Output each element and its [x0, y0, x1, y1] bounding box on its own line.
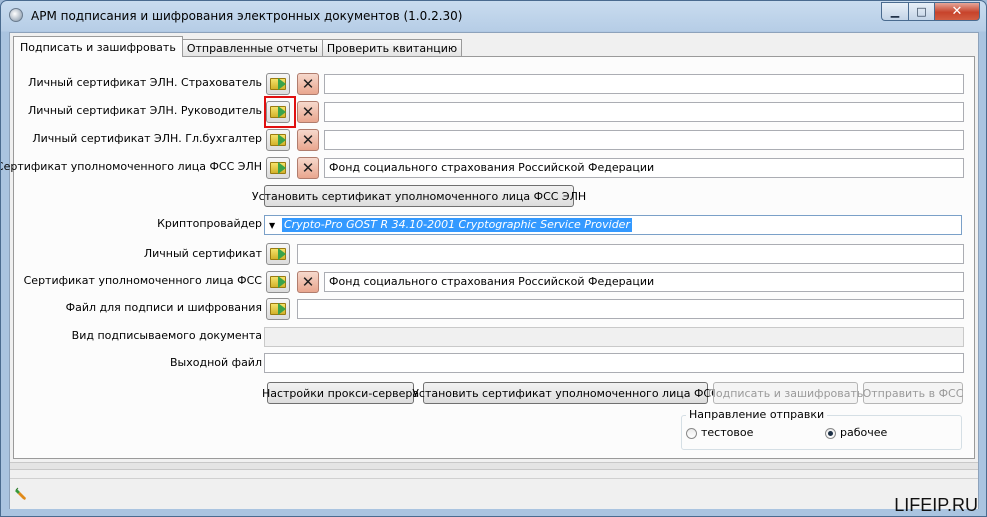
radio-test[interactable]	[686, 428, 697, 439]
direction-group: Направление отправки тестовое рабочее	[681, 408, 962, 450]
tab-sent-reports[interactable]: Отправленные отчеты	[181, 39, 323, 57]
folder-arrow-icon	[270, 78, 286, 90]
folder-arrow-icon	[270, 303, 286, 315]
sign-file-field[interactable]	[297, 299, 964, 319]
app-window: АРМ подписания и шифрования электронных …	[0, 0, 987, 517]
label-cert-accountant: Личный сертификат ЭЛН. Гл.бухгалтер	[32, 132, 262, 145]
tab-panel: Личный сертификат ЭЛН. Страхователь ✕ Ли…	[1, 56, 975, 459]
delete-cert-accountant-button[interactable]: ✕	[297, 129, 319, 151]
folder-arrow-icon	[270, 162, 286, 174]
cert-insurer-field[interactable]	[324, 74, 964, 94]
folder-arrow-icon	[270, 134, 286, 146]
tab-check-receipt[interactable]: Проверить квитанцию	[321, 39, 463, 57]
label-sign-file: Файл для подписи и шифрования	[65, 301, 262, 314]
personal-cert-field[interactable]	[297, 244, 964, 264]
pencil-carrot-icon	[15, 487, 26, 500]
maximize-icon: □	[916, 5, 927, 18]
doc-type-field	[264, 327, 964, 347]
dropdown-arrow-icon[interactable]: ▼	[269, 221, 275, 230]
delete-x-icon: ✕	[301, 102, 315, 121]
label-output-file: Выходной файл	[170, 356, 262, 369]
fss-cert-field[interactable]: Фонд социального страхования Российской …	[324, 272, 964, 292]
crypto-provider-select[interactable]: ▼ Crypto-Pro GOST R 34.10-2001 Cryptogra…	[264, 215, 962, 235]
splitter[interactable]	[10, 462, 978, 470]
install-fss-cert-button[interactable]: Установить сертификат уполномоченного ли…	[412, 382, 719, 404]
radio-work[interactable]	[825, 428, 836, 439]
cert-director-field[interactable]	[324, 102, 964, 122]
label-fss-cert: Сертификат уполномоченного лица ФСС	[23, 274, 262, 287]
client-area: Подписать и зашифровать Отправленные отч…	[1, 32, 979, 509]
open-fss-cert-button[interactable]	[266, 271, 290, 293]
tab-strip: Подписать и зашифровать Отправленные отч…	[13, 36, 463, 57]
delete-cert-insurer-button[interactable]: ✕	[297, 73, 319, 95]
open-personal-cert-button[interactable]	[266, 243, 290, 265]
maximize-button[interactable]: □	[908, 2, 934, 21]
label-personal-cert: Личный сертификат	[143, 247, 262, 260]
radio-work-label[interactable]: рабочее	[840, 426, 887, 439]
send-fss-button[interactable]: Отправить в ФСС	[863, 382, 963, 404]
cert-accountant-field[interactable]	[324, 130, 964, 150]
sign-encrypt-button[interactable]: Подписать и зашифровать	[708, 382, 863, 404]
folder-arrow-icon	[270, 248, 286, 260]
tab-sign-encrypt[interactable]: Подписать и зашифровать	[13, 36, 183, 57]
delete-x-icon: ✕	[301, 272, 315, 291]
crypto-provider-value: Crypto-Pro GOST R 34.10-2001 Cryptograph…	[282, 218, 632, 232]
output-file-field[interactable]	[264, 353, 964, 373]
proxy-settings-button[interactable]: Настройки прокси-сервера	[262, 382, 419, 404]
close-icon: ✕	[951, 4, 963, 19]
delete-x-icon: ✕	[301, 158, 315, 177]
delete-x-icon: ✕	[301, 74, 315, 93]
label-cert-director: Личный сертификат ЭЛН. Руководитель	[27, 104, 262, 117]
install-fss-eln-cert-button[interactable]: Установить сертификат уполномоченного ли…	[252, 185, 586, 207]
delete-x-icon: ✕	[301, 130, 315, 149]
folder-arrow-icon	[270, 276, 286, 288]
window-controls: ▁ □ ✕	[881, 2, 980, 21]
radio-test-label[interactable]: тестовое	[701, 426, 753, 439]
cert-fss-eln-field[interactable]: Фонд социального страхования Российской …	[324, 158, 964, 178]
window-title: АРМ подписания и шифрования электронных …	[31, 9, 463, 23]
highlight-box	[264, 96, 296, 128]
label-crypto-provider: Криптопровайдер	[157, 217, 262, 230]
open-cert-accountant-button[interactable]	[266, 129, 290, 151]
delete-cert-fss-eln-button[interactable]: ✕	[297, 157, 319, 179]
app-icon	[9, 8, 23, 22]
direction-title: Направление отправки	[686, 408, 828, 421]
minimize-button[interactable]: ▁	[881, 2, 908, 21]
open-cert-insurer-button[interactable]	[266, 73, 290, 95]
label-cert-insurer: Личный сертификат ЭЛН. Страхователь	[28, 76, 262, 89]
label-doc-type: Вид подписываемого документа	[71, 329, 262, 342]
title-bar[interactable]: АРМ подписания и шифрования электронных …	[1, 1, 986, 31]
watermark: LIFEIP.RU	[894, 495, 978, 515]
status-bar	[10, 478, 978, 509]
open-cert-fss-eln-button[interactable]	[266, 157, 290, 179]
delete-cert-director-button[interactable]: ✕	[297, 101, 319, 123]
close-button[interactable]: ✕	[934, 2, 980, 21]
minimize-icon: ▁	[890, 5, 900, 18]
delete-fss-cert-button[interactable]: ✕	[297, 271, 319, 293]
label-cert-fss-eln: Сертификат уполномоченного лица ФСС ЭЛН	[0, 160, 262, 173]
open-sign-file-button[interactable]	[266, 298, 290, 320]
